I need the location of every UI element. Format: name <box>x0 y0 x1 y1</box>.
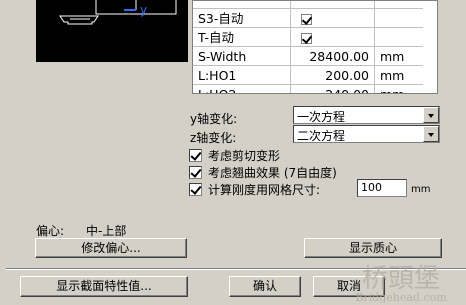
show-section-properties-button[interactable]: 显示截面特性值... <box>20 276 188 297</box>
shear-option[interactable]: 考虑剪切变形 <box>189 147 429 163</box>
mesh-option[interactable]: 计算刚度用网格尺寸: <box>189 181 354 197</box>
centroid-value: 中-上部 <box>86 224 127 238</box>
chevron-down-icon[interactable] <box>423 126 439 142</box>
grid-row-checkbox[interactable] <box>301 14 312 25</box>
grid-row-unit: mm <box>375 85 423 93</box>
mesh-label: 计算刚度用网格尺寸: <box>208 183 321 197</box>
grid-row-name: S-Width <box>193 47 291 66</box>
mesh-checkbox[interactable] <box>189 183 202 196</box>
z-change-value: 二次方程 <box>297 129 346 143</box>
grid-row[interactable]: L:HO1 200.00 mm <box>193 66 423 85</box>
mesh-unit: mm <box>411 184 431 195</box>
z-change-select[interactable]: 二次方程 <box>293 125 440 143</box>
property-grid[interactable]: S3-自动 T-自动 S-Width 28400.00 mm L:HO1 200… <box>192 0 438 94</box>
y-change-label: y轴变化: <box>190 112 238 126</box>
warping-checkbox[interactable] <box>189 166 202 179</box>
grid-row-value[interactable]: 200.00 <box>291 66 375 85</box>
grid-row-unit: mm <box>380 49 405 64</box>
mesh-size-input[interactable]: 100 <box>357 179 407 197</box>
ok-button[interactable]: 确认 <box>229 276 301 297</box>
grid-row[interactable]: S-Width 28400.00 mm <box>193 47 423 66</box>
grid-row[interactable]: S3-自动 <box>193 9 423 28</box>
grid-row[interactable]: L:HO2 240.00 mm <box>193 85 423 93</box>
grid-row[interactable]: T-自动 <box>193 28 423 47</box>
shear-checkbox[interactable] <box>189 149 202 162</box>
warping-label: 考虑翘曲效果 (7自由度) <box>208 166 337 180</box>
shear-label: 考虑剪切变形 <box>208 149 281 163</box>
axis-label: y <box>140 3 147 17</box>
centroid-label: 偏心: <box>36 224 65 238</box>
grid-row-value[interactable]: 240.00 <box>291 85 375 93</box>
section-shape-drawing: y <box>59 0 177 25</box>
grid-row-unit: mm <box>380 68 405 83</box>
modify-centroid-button[interactable]: 修改偏心... <box>35 238 187 258</box>
cancel-button[interactable]: 取消 <box>313 276 385 297</box>
grid-row-name: L:HO2 <box>193 85 291 93</box>
y-change-select[interactable]: 一次方程 <box>293 106 440 124</box>
grid-row-partial <box>193 1 423 9</box>
show-centroid-button[interactable]: 显示质心 <box>304 238 442 258</box>
grid-row-name: T-自动 <box>193 28 291 47</box>
chevron-down-icon[interactable] <box>423 107 439 123</box>
footer-divider-highlight <box>6 269 466 270</box>
grid-row-name: L:HO1 <box>193 66 291 85</box>
y-change-value: 一次方程 <box>297 110 346 124</box>
grid-row-checkbox[interactable] <box>301 33 312 44</box>
grid-row-value[interactable]: 28400.00 <box>291 47 375 66</box>
grid-row-name: S3-自动 <box>193 9 291 28</box>
section-preview: y <box>36 0 188 62</box>
z-change-label: z轴变化: <box>190 131 237 145</box>
warping-option[interactable]: 考虑翘曲效果 (7自由度) <box>189 164 429 180</box>
